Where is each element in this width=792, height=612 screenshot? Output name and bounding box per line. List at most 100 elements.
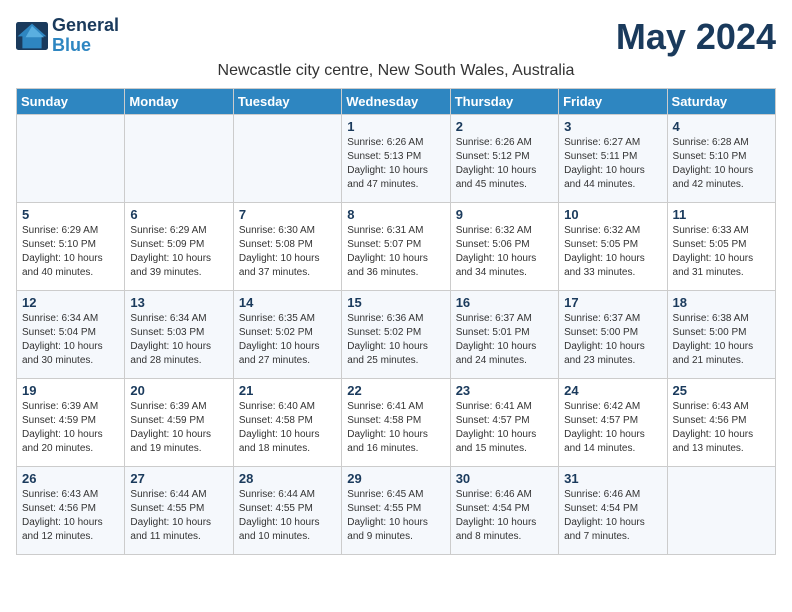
calendar-day-cell: 20 Sunrise: 6:39 AMSunset: 4:59 PMDayligh… [125,379,233,467]
day-info: Sunrise: 6:33 AMSunset: 5:05 PMDaylight:… [673,224,770,280]
day-number: 28 [239,471,336,486]
calendar-day-cell: 5 Sunrise: 6:29 AMSunset: 5:10 PMDaylight… [17,203,125,291]
calendar-day-cell: 10Sunrise: 6:32 AMSunset: 5:05 PMDayligh… [559,203,667,291]
calendar-day-cell: 27Sunrise: 6:44 AMSunset: 4:55 PMDayligh… [125,467,233,555]
day-info: Sunrise: 6:29 AMSunset: 5:10 PMDaylight:… [22,224,119,280]
day-number: 10 [564,207,661,222]
day-info: Sunrise: 6:34 AMSunset: 5:03 PMDaylight:… [130,312,227,368]
day-info: Sunrise: 6:27 AMSunset: 5:11 PMDaylight:… [564,136,661,192]
day-number: 5 [22,207,119,222]
day-header: Tuesday [233,89,341,115]
day-number: 31 [564,471,661,486]
calendar-week-row: 5 Sunrise: 6:29 AMSunset: 5:10 PMDaylight… [17,203,776,291]
day-info: Sunrise: 6:26 AMSunset: 5:13 PMDaylight:… [347,136,444,192]
calendar-day-cell: 6 Sunrise: 6:29 AMSunset: 5:09 PMDaylight… [125,203,233,291]
logo-blue: Blue [52,36,119,56]
calendar-day-cell: 11 Sunrise: 6:33 AMSunset: 5:05 PMDayligh… [667,203,775,291]
day-number: 6 [130,207,227,222]
day-info: Sunrise: 6:36 AMSunset: 5:02 PMDaylight:… [347,312,444,368]
day-header: Sunday [17,89,125,115]
calendar-day-cell: 14 Sunrise: 6:35 AMSunset: 5:02 PMDayligh… [233,291,341,379]
page-title: May 2024 [616,16,776,58]
day-number: 29 [347,471,444,486]
day-number: 16 [456,295,553,310]
calendar-day-cell: 24 Sunrise: 6:42 AMSunset: 4:57 PMDayligh… [559,379,667,467]
day-number: 1 [347,119,444,134]
calendar-day-cell [233,115,341,203]
calendar-day-cell: 25 Sunrise: 6:43 AMSunset: 4:56 PMDayligh… [667,379,775,467]
calendar-day-cell: 31Sunrise: 6:46 AMSunset: 4:54 PMDayligh… [559,467,667,555]
day-info: Sunrise: 6:32 AMSunset: 5:06 PMDaylight:… [456,224,553,280]
day-number: 11 [673,207,770,222]
day-number: 4 [673,119,770,134]
calendar-week-row: 19 Sunrise: 6:39 AMSunset: 4:59 PMDayligh… [17,379,776,467]
day-info: Sunrise: 6:41 AMSunset: 4:57 PMDaylight:… [456,400,553,456]
calendar-day-cell: 13 Sunrise: 6:34 AMSunset: 5:03 PMDayligh… [125,291,233,379]
day-info: Sunrise: 6:43 AMSunset: 4:56 PMDaylight:… [22,488,119,544]
day-number: 25 [673,383,770,398]
day-number: 13 [130,295,227,310]
day-number: 30 [456,471,553,486]
day-number: 3 [564,119,661,134]
day-number: 19 [22,383,119,398]
calendar-header: SundayMondayTuesdayWednesdayThursdayFrid… [17,89,776,115]
calendar-body: 1 Sunrise: 6:26 AMSunset: 5:13 PMDaylight… [17,115,776,555]
day-info: Sunrise: 6:39 AMSunset: 4:59 PMDaylight:… [22,400,119,456]
calendar-week-row: 1 Sunrise: 6:26 AMSunset: 5:13 PMDaylight… [17,115,776,203]
day-info: Sunrise: 6:43 AMSunset: 4:56 PMDaylight:… [673,400,770,456]
calendar-day-cell [125,115,233,203]
day-info: Sunrise: 6:30 AMSunset: 5:08 PMDaylight:… [239,224,336,280]
logo-general: General [52,16,119,36]
calendar-day-cell: 18 Sunrise: 6:38 AMSunset: 5:00 PMDayligh… [667,291,775,379]
calendar-day-cell: 28 Sunrise: 6:44 AMSunset: 4:55 PMDayligh… [233,467,341,555]
calendar-day-cell: 15Sunrise: 6:36 AMSunset: 5:02 PMDayligh… [342,291,450,379]
day-info: Sunrise: 6:44 AMSunset: 4:55 PMDaylight:… [130,488,227,544]
day-number: 18 [673,295,770,310]
day-number: 22 [347,383,444,398]
day-info: Sunrise: 6:45 AMSunset: 4:55 PMDaylight:… [347,488,444,544]
day-number: 20 [130,383,227,398]
day-number: 17 [564,295,661,310]
day-number: 21 [239,383,336,398]
day-number: 23 [456,383,553,398]
day-info: Sunrise: 6:39 AMSunset: 4:59 PMDaylight:… [130,400,227,456]
calendar-day-cell: 12 Sunrise: 6:34 AMSunset: 5:04 PMDayligh… [17,291,125,379]
calendar-day-cell [17,115,125,203]
logo: General Blue [16,16,119,56]
day-info: Sunrise: 6:38 AMSunset: 5:00 PMDaylight:… [673,312,770,368]
calendar-day-cell: 30Sunrise: 6:46 AMSunset: 4:54 PMDayligh… [450,467,558,555]
subtitle: Newcastle city centre, New South Wales, … [16,62,776,80]
calendar-day-cell: 26 Sunrise: 6:43 AMSunset: 4:56 PMDayligh… [17,467,125,555]
day-number: 9 [456,207,553,222]
calendar-day-cell: 19 Sunrise: 6:39 AMSunset: 4:59 PMDayligh… [17,379,125,467]
day-header: Monday [125,89,233,115]
day-header: Wednesday [342,89,450,115]
calendar-day-cell: 7Sunrise: 6:30 AMSunset: 5:08 PMDaylight… [233,203,341,291]
day-info: Sunrise: 6:34 AMSunset: 5:04 PMDaylight:… [22,312,119,368]
calendar-day-cell: 16 Sunrise: 6:37 AMSunset: 5:01 PMDayligh… [450,291,558,379]
calendar-day-cell: 29 Sunrise: 6:45 AMSunset: 4:55 PMDayligh… [342,467,450,555]
day-info: Sunrise: 6:42 AMSunset: 4:57 PMDaylight:… [564,400,661,456]
day-info: Sunrise: 6:31 AMSunset: 5:07 PMDaylight:… [347,224,444,280]
calendar-day-cell: 2Sunrise: 6:26 AMSunset: 5:12 PMDaylight… [450,115,558,203]
calendar-day-cell: 23 Sunrise: 6:41 AMSunset: 4:57 PMDayligh… [450,379,558,467]
day-info: Sunrise: 6:44 AMSunset: 4:55 PMDaylight:… [239,488,336,544]
day-number: 12 [22,295,119,310]
day-info: Sunrise: 6:28 AMSunset: 5:10 PMDaylight:… [673,136,770,192]
calendar-day-cell: 3 Sunrise: 6:27 AMSunset: 5:11 PMDaylight… [559,115,667,203]
day-header: Thursday [450,89,558,115]
calendar-day-cell: 1 Sunrise: 6:26 AMSunset: 5:13 PMDaylight… [342,115,450,203]
day-number: 26 [22,471,119,486]
day-info: Sunrise: 6:37 AMSunset: 5:01 PMDaylight:… [456,312,553,368]
calendar-day-cell: 8Sunrise: 6:31 AMSunset: 5:07 PMDaylight… [342,203,450,291]
day-info: Sunrise: 6:29 AMSunset: 5:09 PMDaylight:… [130,224,227,280]
day-info: Sunrise: 6:35 AMSunset: 5:02 PMDaylight:… [239,312,336,368]
day-info: Sunrise: 6:37 AMSunset: 5:00 PMDaylight:… [564,312,661,368]
day-header: Saturday [667,89,775,115]
day-number: 24 [564,383,661,398]
calendar-day-cell [667,467,775,555]
day-info: Sunrise: 6:26 AMSunset: 5:12 PMDaylight:… [456,136,553,192]
calendar-day-cell: 21Sunrise: 6:40 AMSunset: 4:58 PMDayligh… [233,379,341,467]
day-number: 14 [239,295,336,310]
calendar-week-row: 26 Sunrise: 6:43 AMSunset: 4:56 PMDayligh… [17,467,776,555]
